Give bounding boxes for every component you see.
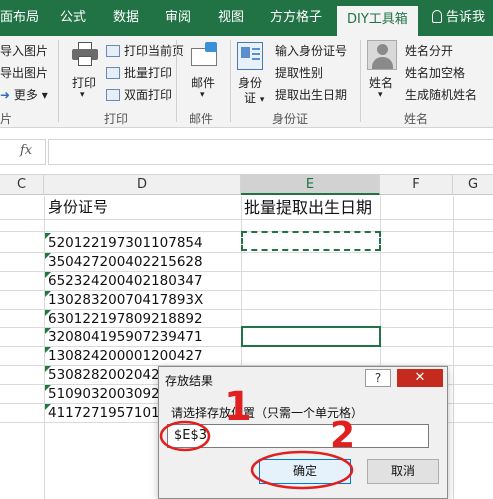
cell-id[interactable]: 350427200402215628 [48,254,203,270]
save-location-dialog: 存放结果 ? ✕ 请选择存放位置（只需一个单元格） $E$3 确定 取消 [158,366,448,499]
grid-line [0,309,493,310]
column-header-e[interactable]: E [241,175,380,195]
extract-gender-button[interactable]: 提取性别 [275,64,323,81]
import-picture-button[interactable]: 导入图片 [0,42,48,59]
tab-formulas[interactable]: 公式 [60,0,86,36]
random-name-label: 生成随机姓名 [405,88,478,102]
cell-id[interactable]: 41172719571016 [48,405,168,421]
printer-icon[interactable] [72,42,98,66]
group-divider [58,40,59,122]
insert-function-icon[interactable]: fx [20,143,32,158]
duplex-print-button[interactable]: 双面打印 [106,86,172,103]
tell-me-search[interactable]: 告诉我 [432,0,485,36]
cell-id[interactable]: 130824200001200427 [48,348,203,364]
group-divider [176,40,177,122]
name-add-space-button[interactable]: 姓名加空格 [405,64,465,81]
batch-print-label: 批量打印 [124,66,173,80]
group-label-id-card: 身份证 [272,112,309,126]
more-button[interactable]: ➜ 更多 ▾ [0,86,48,103]
more-icon: ➜ [0,88,14,102]
name-button[interactable]: 姓名 [369,74,393,91]
name-add-space-label: 姓名加空格 [405,66,466,80]
ok-button[interactable]: 确定 [259,459,351,484]
ribbon-tab-bar: 面布局 公式 数据 审阅 视图 方方格子 DIY工具箱 告诉我 [0,0,493,36]
random-name-button[interactable]: 生成随机姓名 [405,86,477,103]
column-header-c[interactable]: C [0,175,44,195]
cell-id[interactable]: 320804195907239471 [48,329,203,345]
formula-input[interactable] [48,139,493,165]
more-label: 更多 [13,88,38,102]
lightbulb-icon [432,10,442,23]
input-id-number-button[interactable]: 输入身份证号 [275,42,347,59]
extract-gender-label: 提取性别 [275,66,324,80]
print-current-page-label: 打印当前页 [124,44,185,58]
cell-id[interactable]: 51090320030925 [48,386,168,402]
person-icon[interactable] [367,40,397,70]
group-label-picture: 片 [0,112,13,126]
print-current-page-button[interactable]: 打印当前页 [106,42,184,59]
tab-review[interactable]: 审阅 [165,0,191,36]
group-label-print: 打印 [104,112,129,126]
print-dropdown-icon[interactable]: ▾ [80,90,85,100]
group-label-name: 姓名 [404,112,429,126]
cell-id[interactable]: 53082820020422 [48,367,168,383]
cell-e-header[interactable]: 批量提取出生日期 [244,194,372,218]
tab-page-layout[interactable]: 面布局 [0,0,39,36]
column-header-g[interactable]: G [453,175,493,195]
ribbon-body: 导入图片 导出图片 ➜ 更多 ▾ 片 打印 ▾ 打印当前页 批量打印 双面打印 … [0,36,493,128]
close-button[interactable]: ✕ [397,369,443,387]
dialog-prompt: 请选择存放位置（只需一个单元格） [171,406,364,420]
tab-diy-toolbox[interactable]: DIY工具箱 [337,6,418,36]
duplex-print-label: 双面打印 [124,88,173,102]
excel-window: 面布局 公式 数据 审阅 视图 方方格子 DIY工具箱 告诉我 导入图片 导出图… [0,0,493,499]
dialog-title: 存放结果 [165,374,214,388]
group-label-mail: 邮件 [189,112,214,126]
column-header-d[interactable]: D [44,175,241,195]
grid-line [453,196,454,499]
copy-marquee-selection [241,231,381,251]
location-input[interactable]: $E$3 [167,424,429,448]
cell-d-header[interactable]: 身份证号 [48,196,108,217]
split-name-label: 姓名分开 [405,44,454,58]
grid-line [0,252,493,253]
cancel-button[interactable]: 取消 [367,459,439,484]
id-card-dropdown-icon: ▾ [259,95,265,105]
grid-line [0,290,493,291]
id-card-label-2: 证 [244,91,257,105]
mail-icon[interactable] [191,42,217,66]
mail-button[interactable]: 邮件 [191,74,215,91]
group-divider [360,40,361,122]
tell-me-label: 告诉我 [446,10,486,25]
help-button[interactable]: ? [365,369,391,387]
cell-id[interactable]: 520122197301107854 [48,235,203,251]
grid-line [0,219,493,220]
tab-fangfanggezi[interactable]: 方方格子 [270,0,322,36]
tab-view[interactable]: 视图 [218,0,244,36]
batch-print-icon [106,67,120,79]
grid-line [0,271,493,272]
name-dropdown-icon[interactable]: ▾ [378,90,383,100]
tab-data[interactable]: 数据 [113,0,139,36]
print-button[interactable]: 打印 [72,74,96,91]
batch-print-button[interactable]: 批量打印 [106,64,172,81]
duplex-print-icon [106,89,120,101]
active-cell-selection[interactable] [241,326,381,347]
mail-dropdown-icon[interactable]: ▾ [200,90,205,100]
cell-id[interactable]: 13028320070417893X [48,292,203,308]
extract-birthdate-button[interactable]: 提取出生日期 [275,86,347,103]
cell-id[interactable]: 652324200402180347 [48,273,203,289]
formula-bar: fx [0,129,493,175]
page-icon [106,45,120,57]
extract-birthdate-label: 提取出生日期 [275,88,348,102]
input-id-number-label: 输入身份证号 [275,44,348,58]
split-name-button[interactable]: 姓名分开 [405,42,453,59]
export-picture-button[interactable]: 导出图片 [0,64,48,81]
group-divider [230,40,231,122]
id-card-icon[interactable] [237,42,263,70]
column-header-f[interactable]: F [380,175,453,195]
cell-id[interactable]: 630122197809218892 [48,311,203,327]
id-card-button-line2[interactable]: 证 ▾ [244,89,264,106]
